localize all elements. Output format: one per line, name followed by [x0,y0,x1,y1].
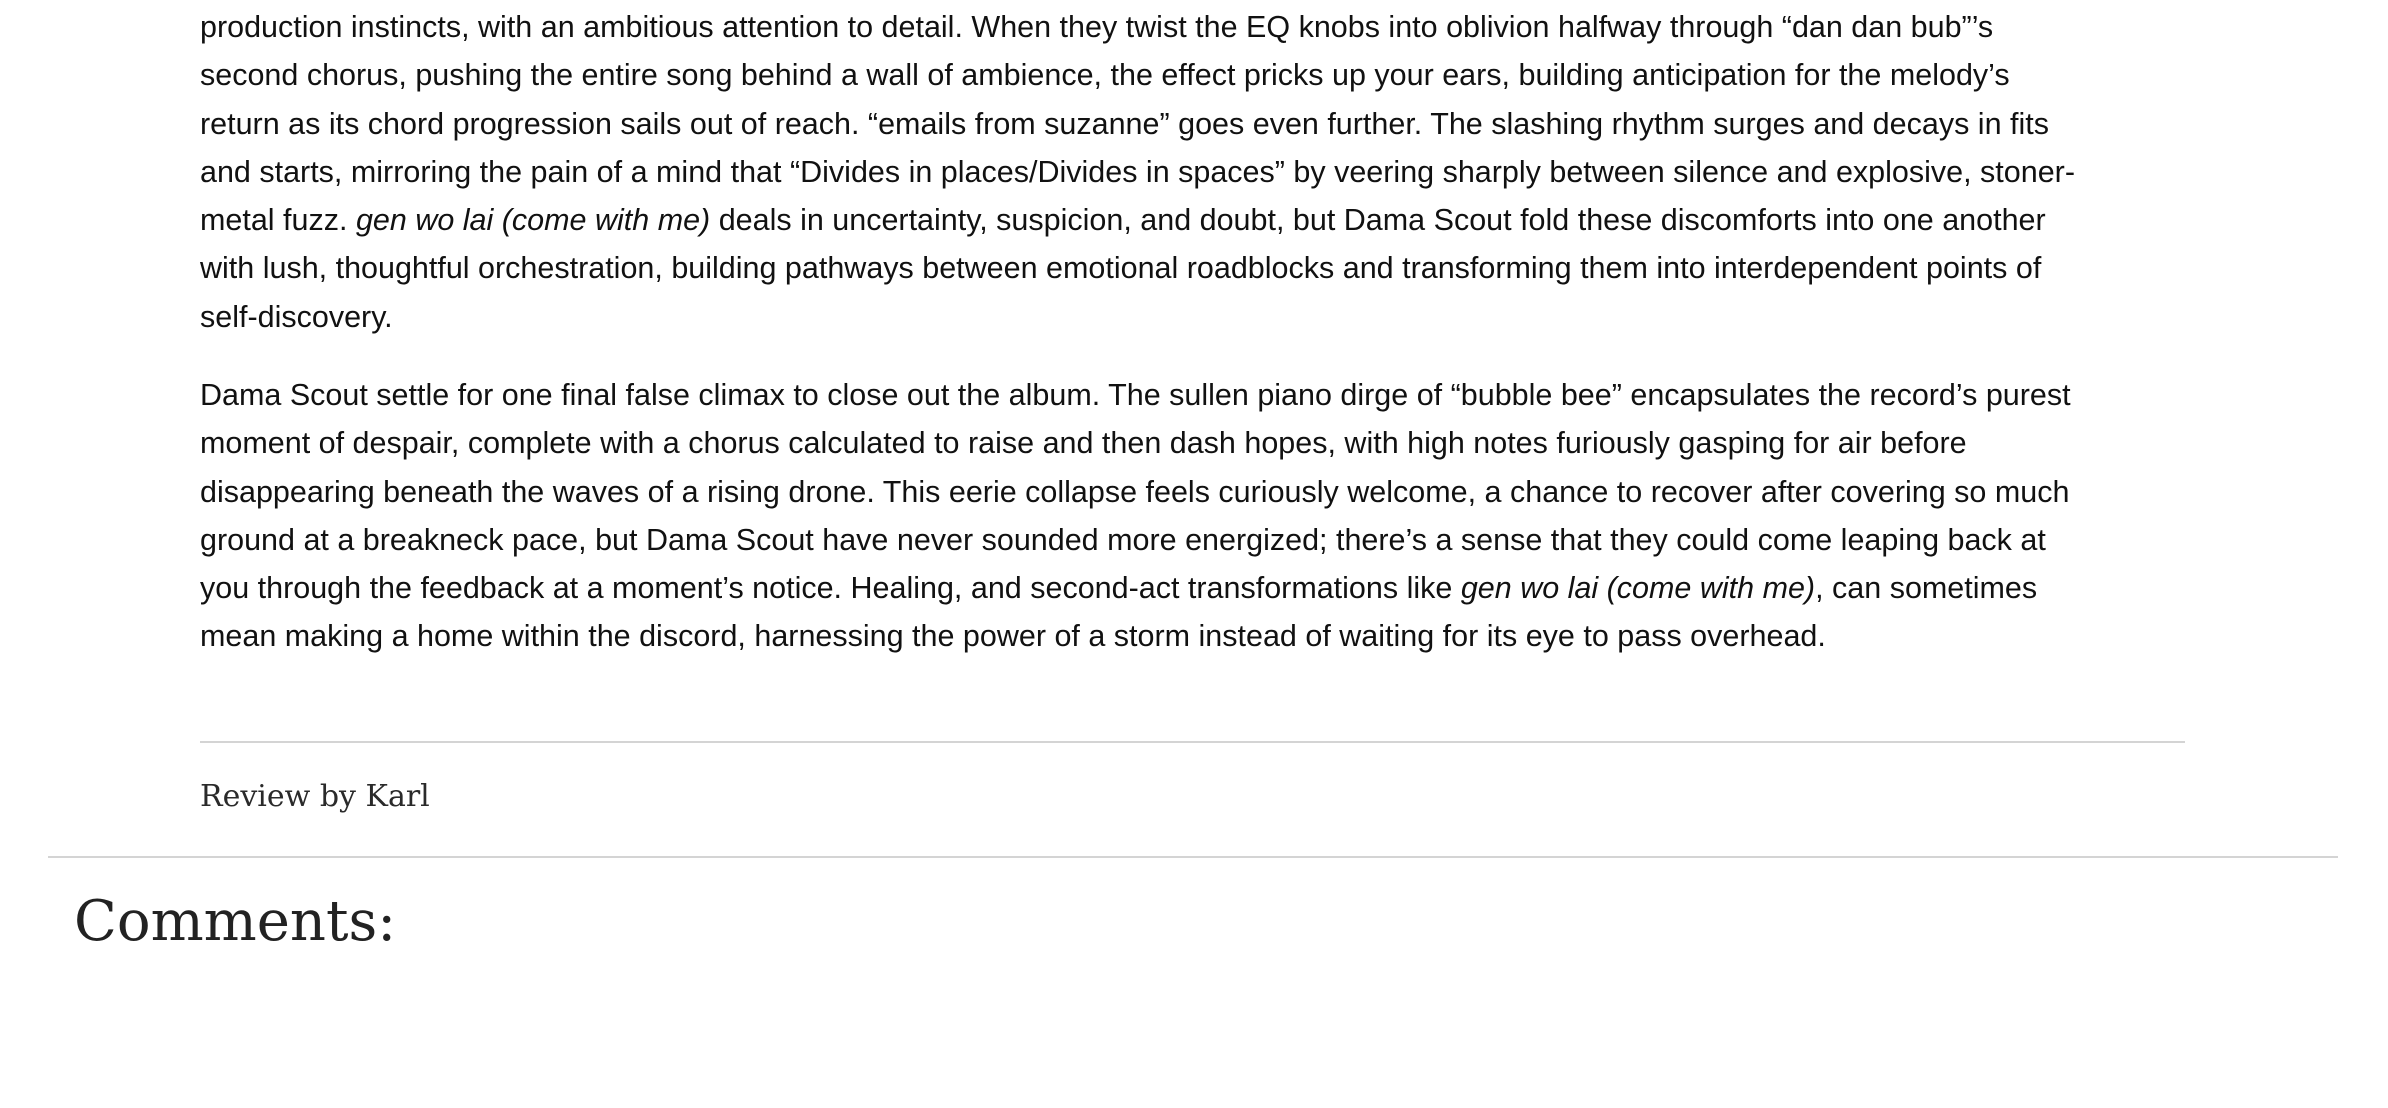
paragraph-line: you through the feedback at a moment’s n… [200,571,1461,606]
album-title-italic: gen wo lai (come with me) [355,203,711,238]
page: production instincts, with an ambitious … [0,0,2388,1108]
comments-divider [48,856,2338,858]
paragraph-line: return as its chord progression sails ou… [200,106,2049,141]
review-byline: Review by Karl [200,779,430,814]
paragraph-line: mean making a home within the discord, h… [200,619,1826,654]
review-paragraph-1: production instincts, with an ambitious … [200,3,2075,341]
paragraph-line: deals in uncertainty, suspicion, and dou… [710,203,2046,238]
paragraph-line: self-discovery. [200,299,393,334]
paragraph-line: , can sometimes [1815,571,2038,606]
paragraph-line: and starts, mirroring the pain of a mind… [200,154,2075,189]
comments-heading: Comments: [74,889,397,954]
article-divider [200,741,2185,743]
paragraph-line: production instincts, with an ambitious … [200,10,1994,44]
paragraph-line: metal fuzz. [200,203,356,238]
paragraph-line: with lush, thoughtful orchestration, bui… [200,251,2042,286]
paragraph-line: ground at a breakneck pace, but Dama Sco… [200,522,2046,557]
review-paragraph-2: Dama Scout settle for one final false cl… [200,371,2071,661]
paragraph-line: moment of despair, complete with a choru… [200,426,1967,461]
paragraph-line: disappearing beneath the waves of a risi… [200,474,2070,509]
paragraph-line: second chorus, pushing the entire song b… [200,58,2010,93]
paragraph-line: Dama Scout settle for one final false cl… [200,378,2071,412]
album-title-italic: gen wo lai (come with me) [1460,571,1816,606]
